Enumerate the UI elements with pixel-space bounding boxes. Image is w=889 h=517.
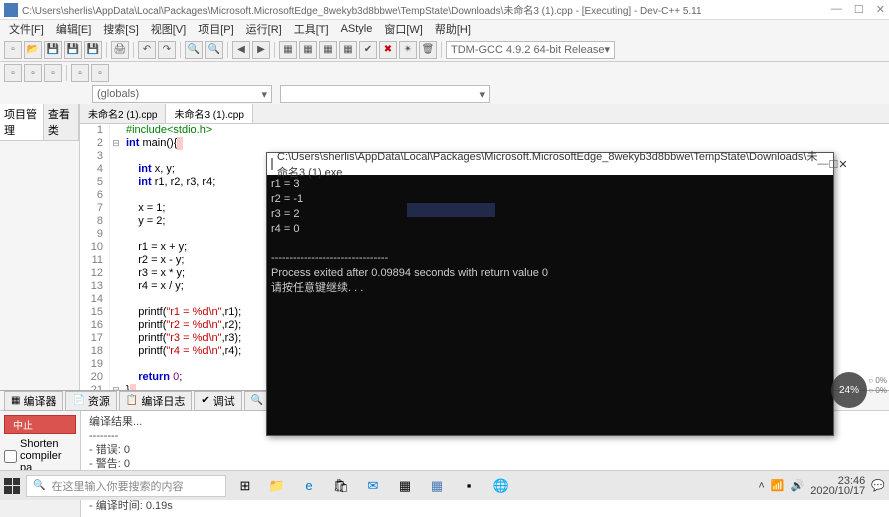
compiler-select[interactable]: TDM-GCC 4.9.2 64-bit Release▾ xyxy=(446,41,615,59)
run-icon[interactable]: ▦ xyxy=(299,41,317,59)
stop-icon[interactable]: ✖ xyxy=(379,41,397,59)
print-icon[interactable]: 🖨 xyxy=(111,41,129,59)
menu-search[interactable]: 搜索[S] xyxy=(98,21,143,37)
tray-clock[interactable]: 23:46 2020/10/17 xyxy=(810,476,865,496)
menu-help[interactable]: 帮助[H] xyxy=(430,21,476,37)
goto2-icon[interactable]: ▫ xyxy=(91,64,109,82)
start-button[interactable] xyxy=(4,478,20,494)
scope-row: (globals)▾ ▾ xyxy=(0,84,889,104)
task-mail-icon[interactable]: ✉ xyxy=(360,475,386,497)
console-titlebar[interactable]: C:\Users\sherlis\AppData\Local\Packages\… xyxy=(267,153,833,175)
scope-select[interactable]: (globals)▾ xyxy=(92,85,272,103)
window-titlebar: C:\Users\sherlis\AppData\Local\Packages\… xyxy=(0,0,889,20)
open-icon[interactable]: 📂 xyxy=(24,41,42,59)
sidebar-tab-class[interactable]: 查看类 xyxy=(44,104,79,140)
menu-project[interactable]: 项目[P] xyxy=(193,21,238,37)
progress-mini: ○ 0%○ 0% xyxy=(868,376,887,396)
shorten-checkbox[interactable]: Shorten compiler pa xyxy=(4,438,76,474)
tray-notif-icon[interactable]: 💬 xyxy=(871,479,885,492)
find-icon[interactable]: 🔍 xyxy=(185,41,203,59)
save-all-icon[interactable]: 💾 xyxy=(64,41,82,59)
task-edge2-icon[interactable]: 🌐 xyxy=(488,475,514,497)
clean-icon[interactable]: 🗑 xyxy=(419,41,437,59)
console-minimize[interactable]: — xyxy=(817,158,828,170)
task-cmd-icon[interactable]: ▪ xyxy=(456,475,482,497)
task-edge-icon[interactable]: e xyxy=(296,475,322,497)
tray-up-icon[interactable]: ˄ xyxy=(758,480,764,492)
editor-tab-1[interactable]: 未命名2 (1).cpp xyxy=(80,104,166,123)
taskbar-search[interactable]: 🔍 在这里输入你要搜索的内容 xyxy=(26,475,226,497)
task-app1-icon[interactable]: ▦ xyxy=(392,475,418,497)
taskbar: 🔍 在这里输入你要搜索的内容 ⊞ 📁 e 🛍 ✉ ▦ ▦ ▪ 🌐 ˄ 📶 🔊 2… xyxy=(0,470,889,500)
system-tray[interactable]: ˄ 📶 🔊 23:46 2020/10/17 💬 xyxy=(758,476,885,496)
compile-run-icon[interactable]: ▦ xyxy=(319,41,337,59)
console-maximize[interactable]: ☐ xyxy=(828,158,838,171)
tab-compiler[interactable]: ▦ 编译器 xyxy=(4,391,63,411)
new-file-icon[interactable]: ▫ xyxy=(4,41,22,59)
sidebar-tab-project[interactable]: 项目管理 xyxy=(0,104,44,140)
progress-circle[interactable]: 24% xyxy=(831,372,867,408)
tray-vol-icon[interactable]: 🔊 xyxy=(791,479,805,492)
tab-debug[interactable]: ✔ 调试 xyxy=(194,391,241,411)
tab-resource[interactable]: 📄 资源 xyxy=(65,391,116,411)
line-gutter: 123456789101112131415161718192021 xyxy=(80,124,110,390)
forward-icon[interactable]: ▶ xyxy=(252,41,270,59)
chevron-down-icon: ▾ xyxy=(479,88,485,101)
save-icon[interactable]: 💾 xyxy=(44,41,62,59)
main-toolbar: ▫ 📂 💾 💾 💾 🖨 ↶ ↷ 🔍 🔍 ◀ ▶ ▦ ▦ ▦ ▦ ✔ ✖ ✴ 🗑 … xyxy=(0,38,889,62)
console-icon xyxy=(271,158,273,170)
rebuild-icon[interactable]: ▦ xyxy=(339,41,357,59)
task-view-icon[interactable]: ⊞ xyxy=(232,475,258,497)
secondary-toolbar: ▫ ▫ ▫ ▫ ▫ xyxy=(0,62,889,84)
menu-file[interactable]: 文件[F] xyxy=(4,21,49,37)
new-class-icon[interactable]: ▫ xyxy=(4,64,22,82)
menu-view[interactable]: 视图[V] xyxy=(146,21,191,37)
menu-window[interactable]: 窗口[W] xyxy=(379,21,428,37)
window-title: C:\Users\sherlis\AppData\Local\Packages\… xyxy=(22,2,831,17)
insert-icon[interactable]: ▫ xyxy=(24,64,42,82)
tab-log[interactable]: 📋 编译日志 xyxy=(119,391,192,411)
replace-icon[interactable]: 🔍 xyxy=(205,41,223,59)
console-window: C:\Users\sherlis\AppData\Local\Packages\… xyxy=(266,152,834,436)
minimize-button[interactable]: — xyxy=(831,3,842,16)
profile-icon[interactable]: ✴ xyxy=(399,41,417,59)
task-devcpp-icon[interactable]: ▦ xyxy=(424,475,450,497)
menu-bar: 文件[F] 编辑[E] 搜索[S] 视图[V] 项目[P] 运行[R] 工具[T… xyxy=(0,20,889,38)
back-icon[interactable]: ◀ xyxy=(232,41,250,59)
menu-astyle[interactable]: AStyle xyxy=(336,23,378,35)
chevron-down-icon: ▾ xyxy=(261,88,267,101)
console-output[interactable]: r1 = 3 r2 = -1 r3 = 2 r4 = 0 -----------… xyxy=(267,175,833,435)
compile-icon[interactable]: ▦ xyxy=(279,41,297,59)
bookmark-icon[interactable]: ▫ xyxy=(44,64,62,82)
fold-gutter[interactable]: ⊟⊟ xyxy=(110,124,122,390)
menu-run[interactable]: 运行[R] xyxy=(241,21,287,37)
member-select[interactable]: ▾ xyxy=(280,85,490,103)
menu-edit[interactable]: 编辑[E] xyxy=(51,21,96,37)
redo-icon[interactable]: ↷ xyxy=(158,41,176,59)
console-close[interactable]: ✕ xyxy=(838,158,847,171)
task-store-icon[interactable]: 🛍 xyxy=(328,475,354,497)
chevron-down-icon: ▾ xyxy=(604,43,610,56)
task-explorer-icon[interactable]: 📁 xyxy=(264,475,290,497)
goto-icon[interactable]: ▫ xyxy=(71,64,89,82)
console-selection xyxy=(407,203,495,217)
debug-icon[interactable]: ✔ xyxy=(359,41,377,59)
close-button[interactable]: ✕ xyxy=(876,3,885,16)
sidebar: 项目管理 查看类 xyxy=(0,104,80,390)
editor-tab-2[interactable]: 未命名3 (1).cpp xyxy=(166,104,252,123)
save-as-icon[interactable]: 💾 xyxy=(84,41,102,59)
app-icon xyxy=(4,3,18,17)
abort-button[interactable]: 中止 xyxy=(4,415,76,434)
menu-tools[interactable]: 工具[T] xyxy=(289,21,334,37)
undo-icon[interactable]: ↶ xyxy=(138,41,156,59)
tray-net-icon[interactable]: 📶 xyxy=(771,479,785,492)
maximize-button[interactable]: ☐ xyxy=(854,3,864,16)
